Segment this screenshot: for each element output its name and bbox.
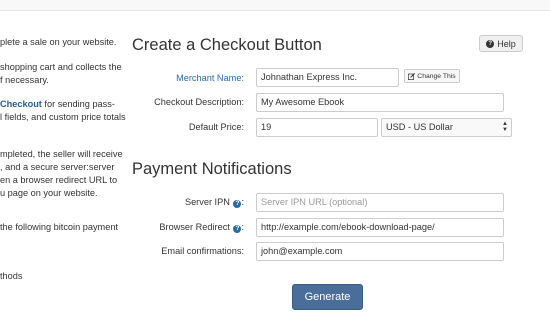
browser-redirect-label-text: Browser Redirect [159, 222, 230, 232]
question-icon[interactable]: ? [233, 200, 242, 208]
left-text-line: en a browser redirect URL to [0, 175, 118, 185]
left-text-line: thods [0, 271, 23, 281]
left-text-line: mpleted, the seller will receive [0, 149, 123, 159]
change-merchant-button[interactable]: Change This [404, 69, 460, 83]
left-text-line: l fields, and custom price totals [0, 112, 126, 122]
select-arrows-icon: ▲ ▼ [502, 121, 508, 133]
top-navbar [0, 0, 550, 11]
price-label: Default Price: [188, 122, 244, 132]
browser-redirect-label: Browser Redirect ?: [159, 222, 244, 233]
currency-select[interactable]: USD - US Dollar ▲ ▼ [381, 118, 512, 137]
checkout-link[interactable]: Checkout [0, 99, 42, 109]
left-text-line: f necessary. [0, 75, 49, 85]
question-icon: ? [486, 39, 495, 48]
question-icon[interactable]: ? [233, 225, 242, 233]
edit-icon [408, 72, 416, 80]
description-input[interactable]: My Awesome Ebook [256, 93, 504, 112]
left-text-fragment: for sending pass- [41, 99, 115, 109]
help-button[interactable]: ? Help [479, 35, 523, 52]
browser-redirect-input[interactable]: http://example.com/ebook-download-page/ [256, 218, 504, 237]
notifications-title: Payment Notifications [132, 160, 292, 178]
checkout-title: Create a Checkout Button [132, 36, 322, 54]
left-text-line: Checkout for sending pass- [0, 98, 115, 111]
merchant-name-label[interactable]: Merchant Name: [176, 73, 244, 83]
help-label: Help [497, 38, 516, 49]
email-confirmations-input[interactable]: john@example.com [256, 242, 504, 261]
generate-button[interactable]: Generate [292, 284, 363, 310]
left-text-line: the following bitcoin payment [0, 222, 118, 232]
change-label: Change This [417, 72, 456, 80]
description-label: Checkout Description: [154, 97, 244, 107]
left-text-line: plete a sale on your website. [0, 37, 117, 47]
currency-value: USD - US Dollar [386, 122, 453, 132]
email-confirmations-label: Email confirmations: [161, 246, 244, 256]
left-text-line: u page on your website. [0, 188, 98, 198]
left-text-line: shopping cart and collects the [0, 62, 122, 72]
left-text-line: , and a secure server:server [0, 162, 115, 172]
merchant-name-field: Johnathan Express Inc. [256, 68, 399, 87]
server-ipn-label: Server IPN ?: [184, 197, 244, 208]
server-ipn-label-text: Server IPN [184, 197, 230, 207]
server-ipn-input[interactable]: Server IPN URL (optional) [256, 193, 504, 212]
price-input[interactable]: 19 [256, 118, 378, 137]
